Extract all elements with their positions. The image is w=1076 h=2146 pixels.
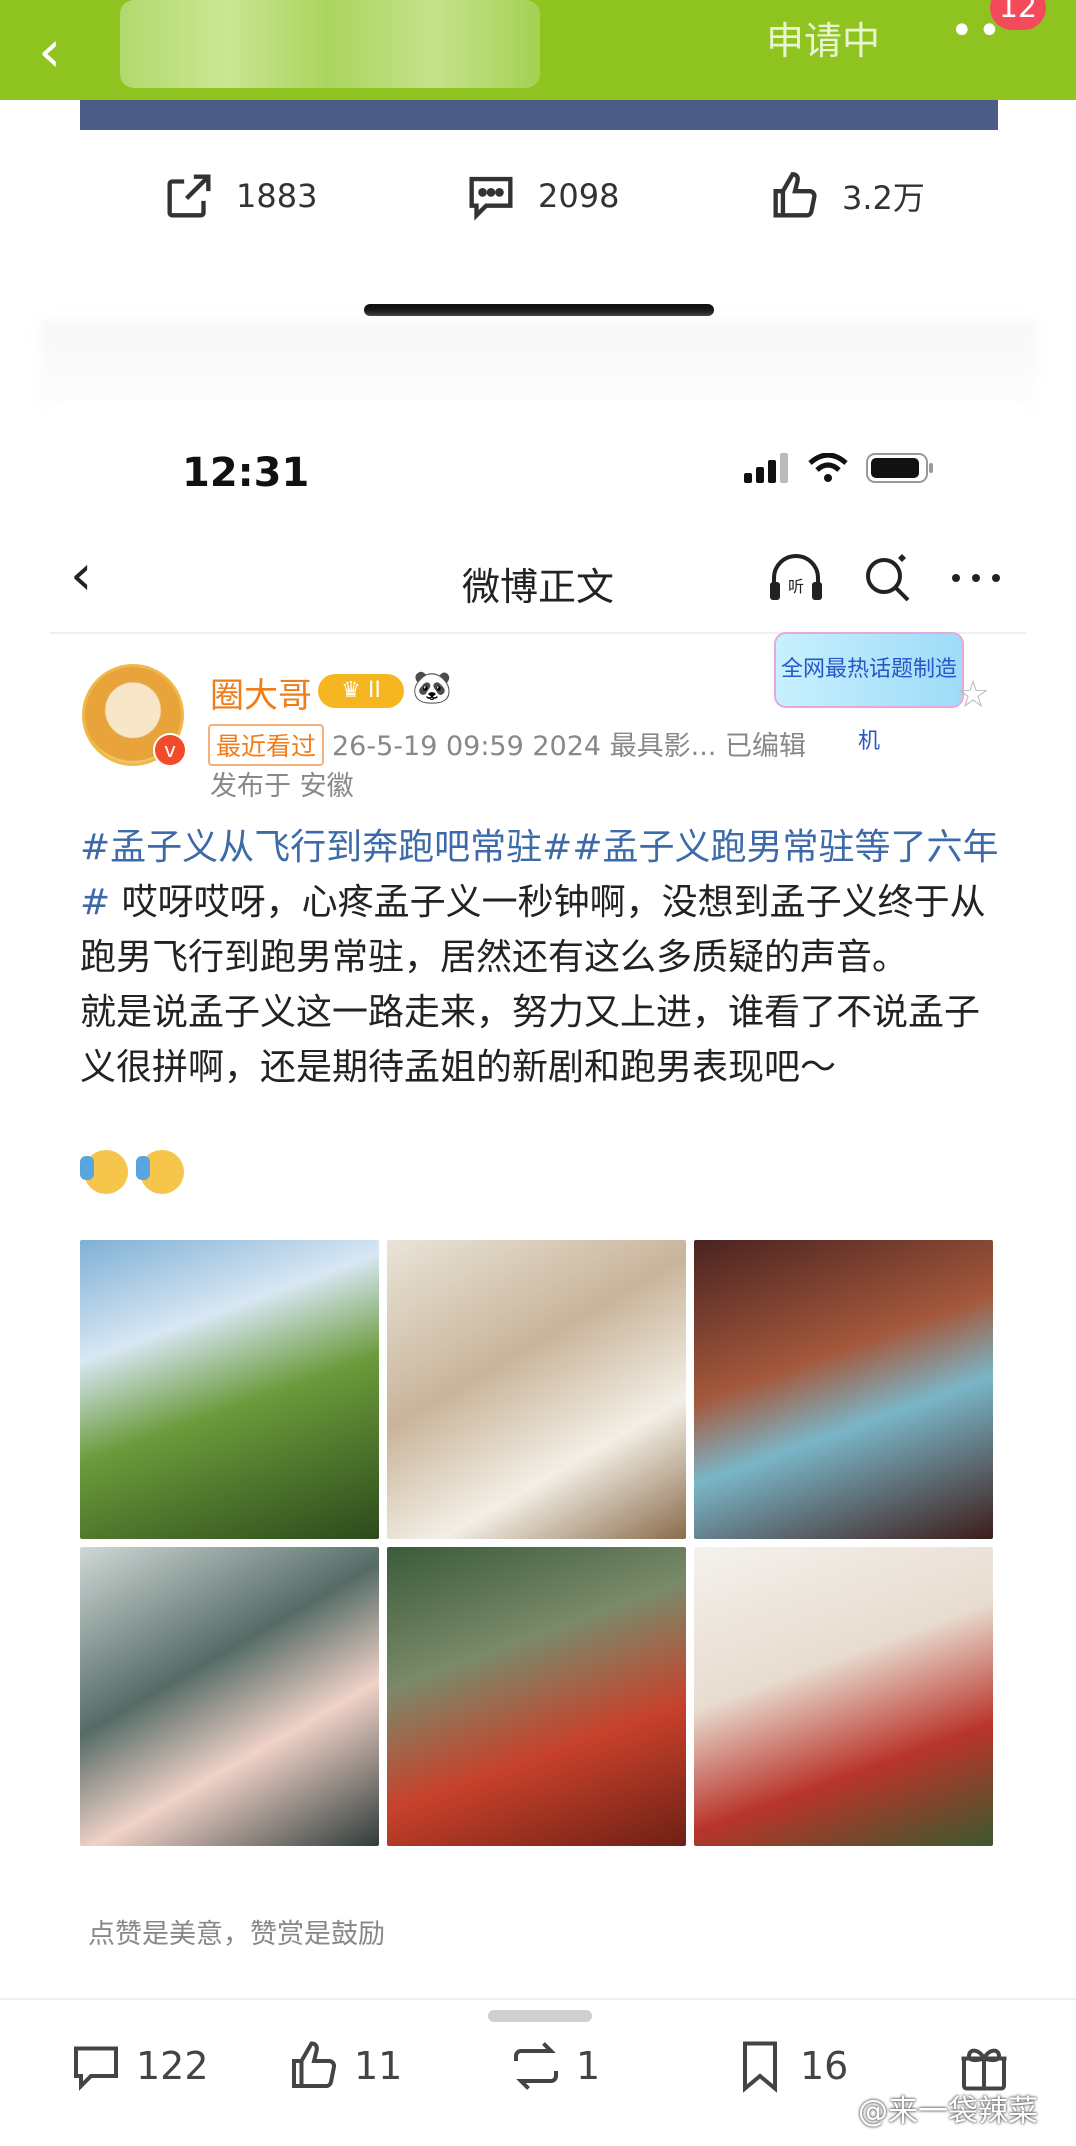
hashtag[interactable]: #孟子义从飞行到奔跑吧常驻# — [80, 827, 572, 868]
wave-emoji-icon — [136, 1150, 184, 1194]
panda-icon: 🐼 — [412, 668, 452, 706]
avatar[interactable]: v — [82, 664, 187, 767]
badge-level: II — [367, 678, 381, 703]
comment-stat[interactable]: 2098 — [462, 168, 619, 224]
photo-thumbnail[interactable] — [694, 1240, 993, 1539]
username[interactable]: 圈大哥 — [210, 668, 312, 717]
wave-emoji-icon — [80, 1150, 128, 1194]
repost-button[interactable]: 1 — [506, 2036, 600, 2096]
comment-count: 2098 — [538, 177, 620, 215]
watermark: @来一袋辣菜 — [858, 2094, 1038, 2129]
favorite-count: 16 — [800, 2044, 849, 2088]
image-grid — [80, 1240, 996, 1846]
svg-text:听: 听 — [788, 577, 804, 596]
comment-button[interactable]: 122 — [66, 2036, 209, 2096]
thumbs-up-icon — [292, 2041, 337, 2088]
more-icon[interactable] — [950, 568, 1002, 588]
photo-thumbnail[interactable] — [80, 1240, 379, 1539]
share-stat[interactable]: 1883 — [160, 168, 317, 224]
home-indicator — [364, 304, 714, 316]
photo-thumbnail[interactable] — [80, 1547, 379, 1846]
member-crown-badge: ♛ II — [318, 674, 404, 708]
ghost-layer — [40, 320, 1036, 410]
comment-icon — [469, 176, 513, 221]
comment-count: 122 — [136, 2044, 209, 2088]
photo-thumbnail[interactable] — [387, 1547, 686, 1846]
like-stat[interactable]: 3.2万 — [766, 168, 925, 224]
reward-text: 点赞是美意，赞赏是鼓励 — [88, 1919, 385, 1950]
recent-viewed-tag: 最近看过 — [208, 724, 325, 766]
post-paragraph: 就是说孟子义这一路走来，努力又上进，谁看了不说孟子义很拼啊，还是期待孟姐的新剧和… — [80, 992, 981, 1088]
photo-thumbnail[interactable] — [387, 1240, 686, 1539]
drag-handle[interactable] — [488, 2010, 592, 2022]
search-icon[interactable] — [862, 552, 914, 604]
verified-badge-icon: v — [153, 733, 187, 767]
thumbs-up-icon — [773, 172, 817, 218]
repost-count: 1 — [576, 2044, 601, 2088]
share-icon — [167, 174, 211, 218]
status-label: 申请中 — [766, 19, 881, 63]
photo-thumbnail[interactable] — [694, 1547, 993, 1846]
post-text: #孟子义从飞行到奔跑吧常驻##孟子义跑男常驻等了六年# 哎呀哎呀，心疼孟子义一秒… — [80, 820, 1000, 1095]
star-icon[interactable]: ☆ — [956, 672, 990, 716]
share-count: 1883 — [236, 177, 318, 215]
like-count: 3.2万 — [842, 179, 925, 217]
system-icons — [744, 452, 936, 484]
post-paragraph: 哎呀哎呀，心疼孟子义一秒钟啊，没想到孟子义终于从跑男飞行到跑男常驻，居然还有这么… — [80, 882, 986, 978]
wifi-icon — [808, 453, 848, 482]
bookmark-icon — [743, 2041, 777, 2093]
like-button[interactable]: 11 — [284, 2036, 402, 2096]
signal-icon — [744, 453, 788, 483]
comment-icon — [74, 2046, 118, 2091]
previous-image-edge — [80, 100, 998, 130]
top-bar: ‹ 申请中 •• 12 — [0, 0, 1076, 100]
repost-icon — [514, 2042, 558, 2090]
status-time: 12:31 — [182, 450, 310, 496]
battery-icon — [866, 453, 933, 483]
blurred-title — [120, 0, 540, 88]
favorite-button[interactable]: 16 — [730, 2036, 848, 2096]
publish-location: 发布于 安徽 — [210, 771, 354, 802]
headphones-icon[interactable]: 听 — [766, 552, 826, 604]
hot-topic-banner[interactable]: 全网最热话题制造机 — [774, 632, 964, 754]
back-chevron-icon[interactable]: ‹ — [38, 22, 61, 80]
like-count: 11 — [354, 2044, 403, 2088]
notification-badge: 12 — [990, 0, 1046, 30]
post-meta: 26-5-19 09:59 2024 最具影... 已编辑 — [332, 731, 806, 762]
nav-actions: 听 — [766, 552, 1002, 604]
emoji-row — [80, 1150, 184, 1194]
